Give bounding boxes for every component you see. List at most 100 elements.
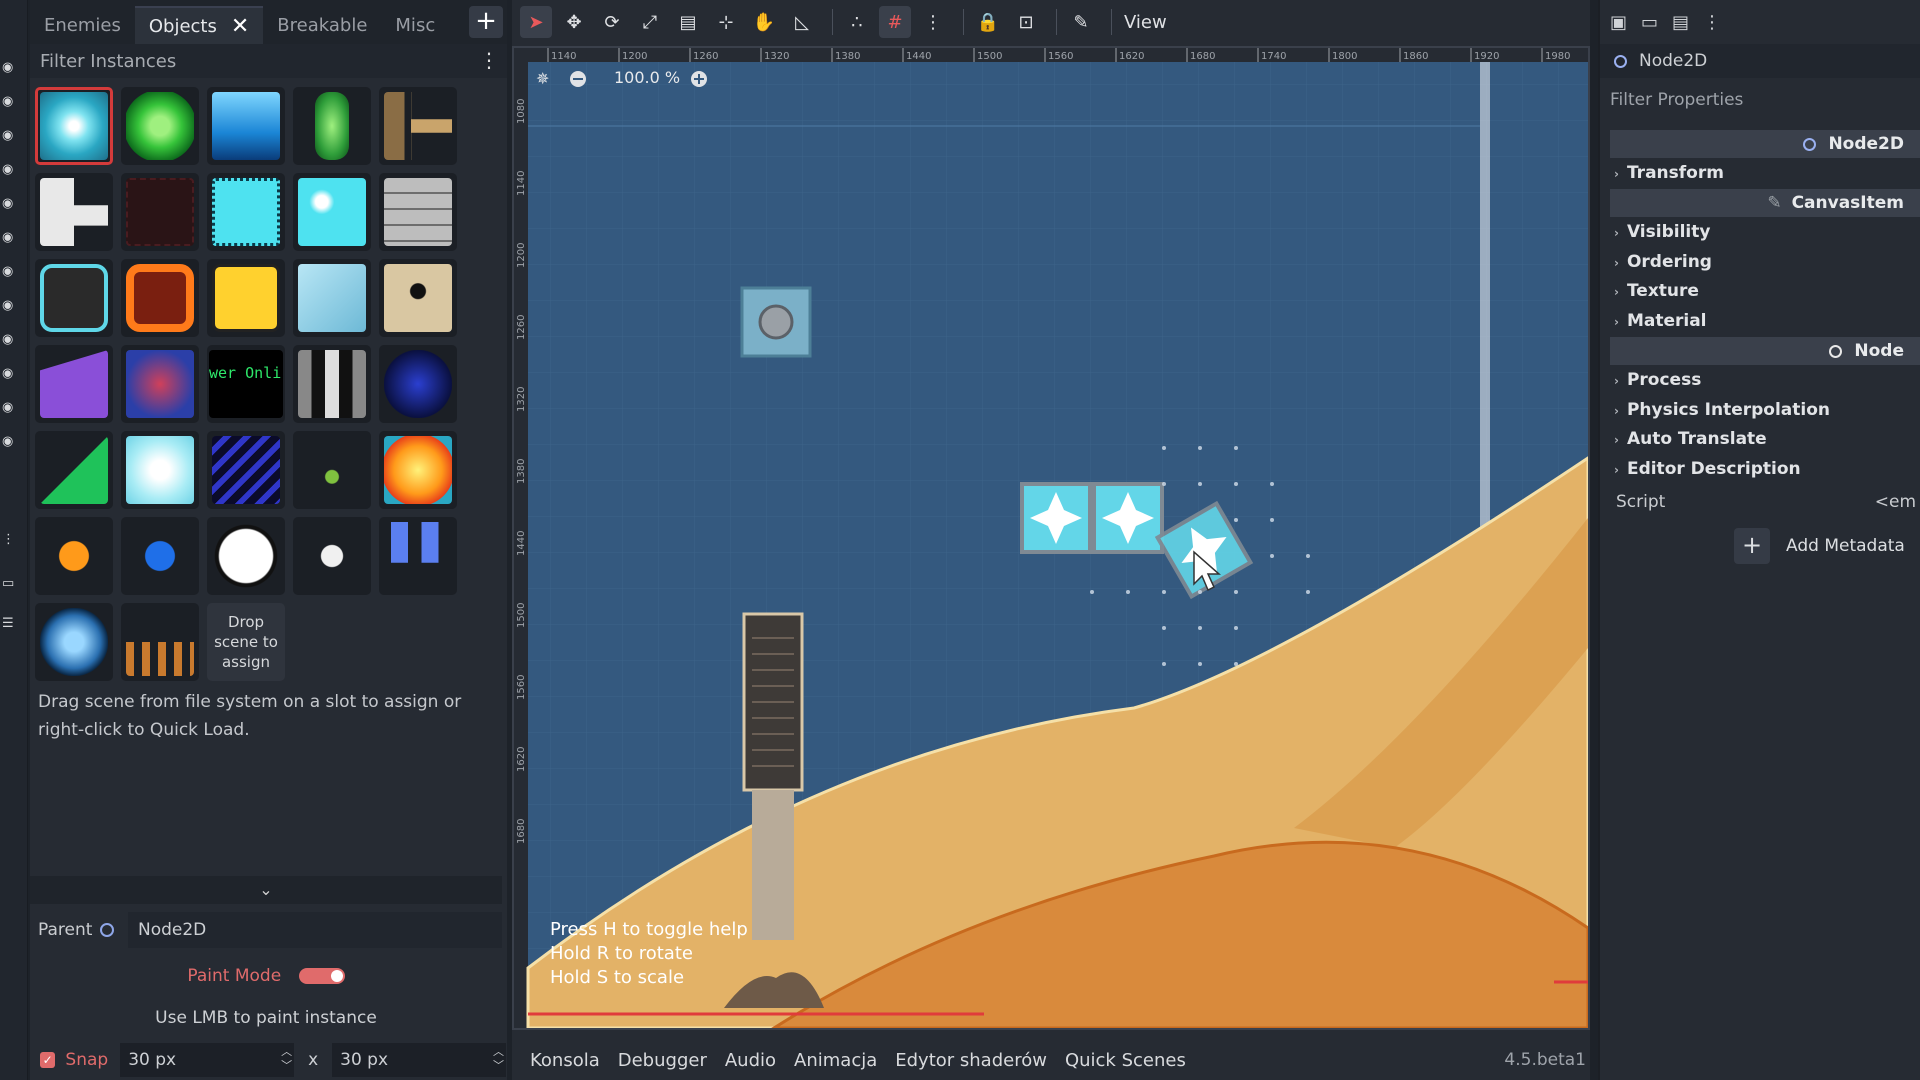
instance-slot-dark-key[interactable] [121,173,199,251]
instance-slot-star-block[interactable] [35,87,113,165]
view-menu[interactable]: View [1124,12,1167,33]
instance-slot-lock[interactable] [379,259,457,337]
instance-slot-portal[interactable] [121,345,199,423]
group-material[interactable]: › Material [1614,311,1707,331]
instance-slot-gold-key[interactable] [379,87,457,165]
instance-slot-small-clock[interactable] [293,517,371,595]
instance-slot-dark-frame[interactable] [35,259,113,337]
group-transform[interactable]: › Transform [1614,163,1724,183]
snap-checkbox[interactable]: ✓ [40,1052,56,1068]
tab-debugger[interactable]: Debugger [618,1050,707,1071]
smart-snap-icon[interactable]: ∴ [841,6,873,38]
tab-objects[interactable]: Objects ✕ [134,6,264,44]
empty-slot[interactable]: Drop scene to assign [207,603,285,681]
instance-slot-heart[interactable] [121,87,199,165]
zoom-level[interactable]: 100.0 % [614,68,680,87]
tab-misc[interactable]: Misc [381,6,449,44]
group-texture[interactable]: › Texture [1614,281,1699,301]
tab-breakable[interactable]: Breakable [263,6,381,44]
instance-slot-blue-orb[interactable] [379,345,457,423]
instance-slot-explosion[interactable] [379,431,457,509]
save-icon[interactable]: ▤ [1672,12,1689,33]
tree-icon[interactable]: ☰ [2,616,18,632]
instance-slot-face-block[interactable] [207,259,285,337]
select-list-icon[interactable]: ▤ [672,6,704,38]
instance-slot-spikes[interactable] [121,603,199,681]
pan-tool-icon[interactable]: ✋ [748,6,780,38]
new-resource-icon[interactable]: ▣ [1610,12,1627,33]
eye-icon[interactable]: ◉ [2,400,18,416]
eye-icon[interactable]: ◉ [2,264,18,280]
scale-tool-icon[interactable]: ⤢ [634,6,666,38]
group-auto-translate[interactable]: › Auto Translate [1614,429,1767,449]
eye-icon[interactable]: ◉ [2,230,18,246]
group-process[interactable]: › Process [1614,370,1701,390]
instance-slot-question[interactable] [35,517,113,595]
tab-enemies[interactable]: Enemies [30,6,135,44]
bone-icon[interactable]: ✎ [1065,6,1097,38]
eye-icon[interactable]: ◉ [2,60,18,76]
inspector-node-header[interactable]: Node2D [1600,44,1920,78]
instance-slot-gears[interactable] [293,173,371,251]
filter-properties-input[interactable]: Filter Properties [1600,80,1920,120]
group-editor-description[interactable]: › Editor Description [1614,459,1801,479]
tab-animacja[interactable]: Animacja [794,1050,877,1071]
kebab-icon[interactable]: ⋮ [479,48,499,72]
pivot-tool-icon[interactable]: ⊹ [710,6,742,38]
instance-slot-ice[interactable] [293,259,371,337]
filter-instances-input[interactable]: Filter Instances ⋮ [30,44,507,78]
script-value[interactable]: <em [1875,492,1916,512]
eye-icon[interactable]: ◉ [2,128,18,144]
eye-icon[interactable]: ◉ [2,94,18,110]
instance-slot-silver-key[interactable] [35,173,113,251]
instance-slot-purple-ramp[interactable] [35,345,113,423]
instance-slot-shield-orb[interactable] [35,603,113,681]
group-ordering[interactable]: › Ordering [1614,252,1712,272]
instance-slot-platform[interactable] [207,87,285,165]
group-icon[interactable]: ⊡ [1010,6,1042,38]
kebab-icon[interactable]: ⋮ [2,532,18,548]
spin-arrows-icon[interactable]: ︿ ﹀ [493,1045,504,1073]
instance-slot-stripes[interactable] [207,431,285,509]
add-metadata-button[interactable]: + Add Metadata [1734,528,1905,564]
eye-icon[interactable]: ◉ [2,162,18,178]
ruler-tool-icon[interactable]: ◺ [786,6,818,38]
instance-slot-clock[interactable] [207,517,285,595]
open-folder-icon[interactable]: ▭ [1641,12,1658,33]
instance-slot-crystal[interactable] [121,431,199,509]
instance-slot-brick[interactable] [379,173,457,251]
eye-icon[interactable]: ◉ [2,366,18,382]
panel-icon[interactable]: ▭ [2,576,18,592]
group-physics-interpolation[interactable]: › Physics Interpolation [1614,400,1830,420]
lock-icon[interactable]: 🔒 [972,6,1004,38]
tab-konsola[interactable]: Konsola [530,1050,600,1071]
instance-slot-boots[interactable] [379,517,457,595]
eye-icon[interactable]: ◉ [2,332,18,348]
kebab-icon[interactable]: ⋮ [1703,12,1721,33]
instance-slot-power-online[interactable]: wer Onli [207,345,285,423]
group-visibility[interactable]: › Visibility [1614,222,1710,242]
snap-x-spinbox[interactable]: 30 px ︿ ﹀ [120,1043,295,1077]
eye-icon[interactable]: ◉ [2,434,18,450]
parent-node-field[interactable]: Node2D [128,912,502,948]
grid-snap-icon[interactable]: # [879,6,911,38]
snap-options-icon[interactable]: ⋮ [917,6,949,38]
chevron-down-icon[interactable]: ⌄ [30,876,502,904]
instance-slot-cyan-block[interactable] [207,173,285,251]
snap-y-spinbox[interactable]: 30 px ︿ ﹀ [332,1043,506,1077]
rotate-tool-icon[interactable]: ⟳ [596,6,628,38]
add-tab-button[interactable]: + [469,6,503,38]
tab-shader-editor[interactable]: Edytor shaderów [895,1050,1047,1071]
move-tool-icon[interactable]: ✥ [558,6,590,38]
script-property[interactable]: Script <em [1616,492,1916,512]
instance-slot-orange-frame[interactable] [121,259,199,337]
eye-icon[interactable]: ◉ [2,298,18,314]
close-icon[interactable]: ✕ [231,14,249,39]
paint-mode-toggle[interactable] [298,968,345,984]
scene-canvas[interactable]: 1140 1200 1260 1320 1380 1440 1500 1560 1620 1680… [512,46,1590,1030]
instance-slot-blue-pickup[interactable] [121,517,199,595]
select-tool-icon[interactable]: ➤ [520,6,552,38]
eye-icon[interactable]: ◉ [2,196,18,212]
tab-quick-scenes[interactable]: Quick Scenes [1065,1050,1186,1071]
instance-slot-gem[interactable] [293,87,371,165]
